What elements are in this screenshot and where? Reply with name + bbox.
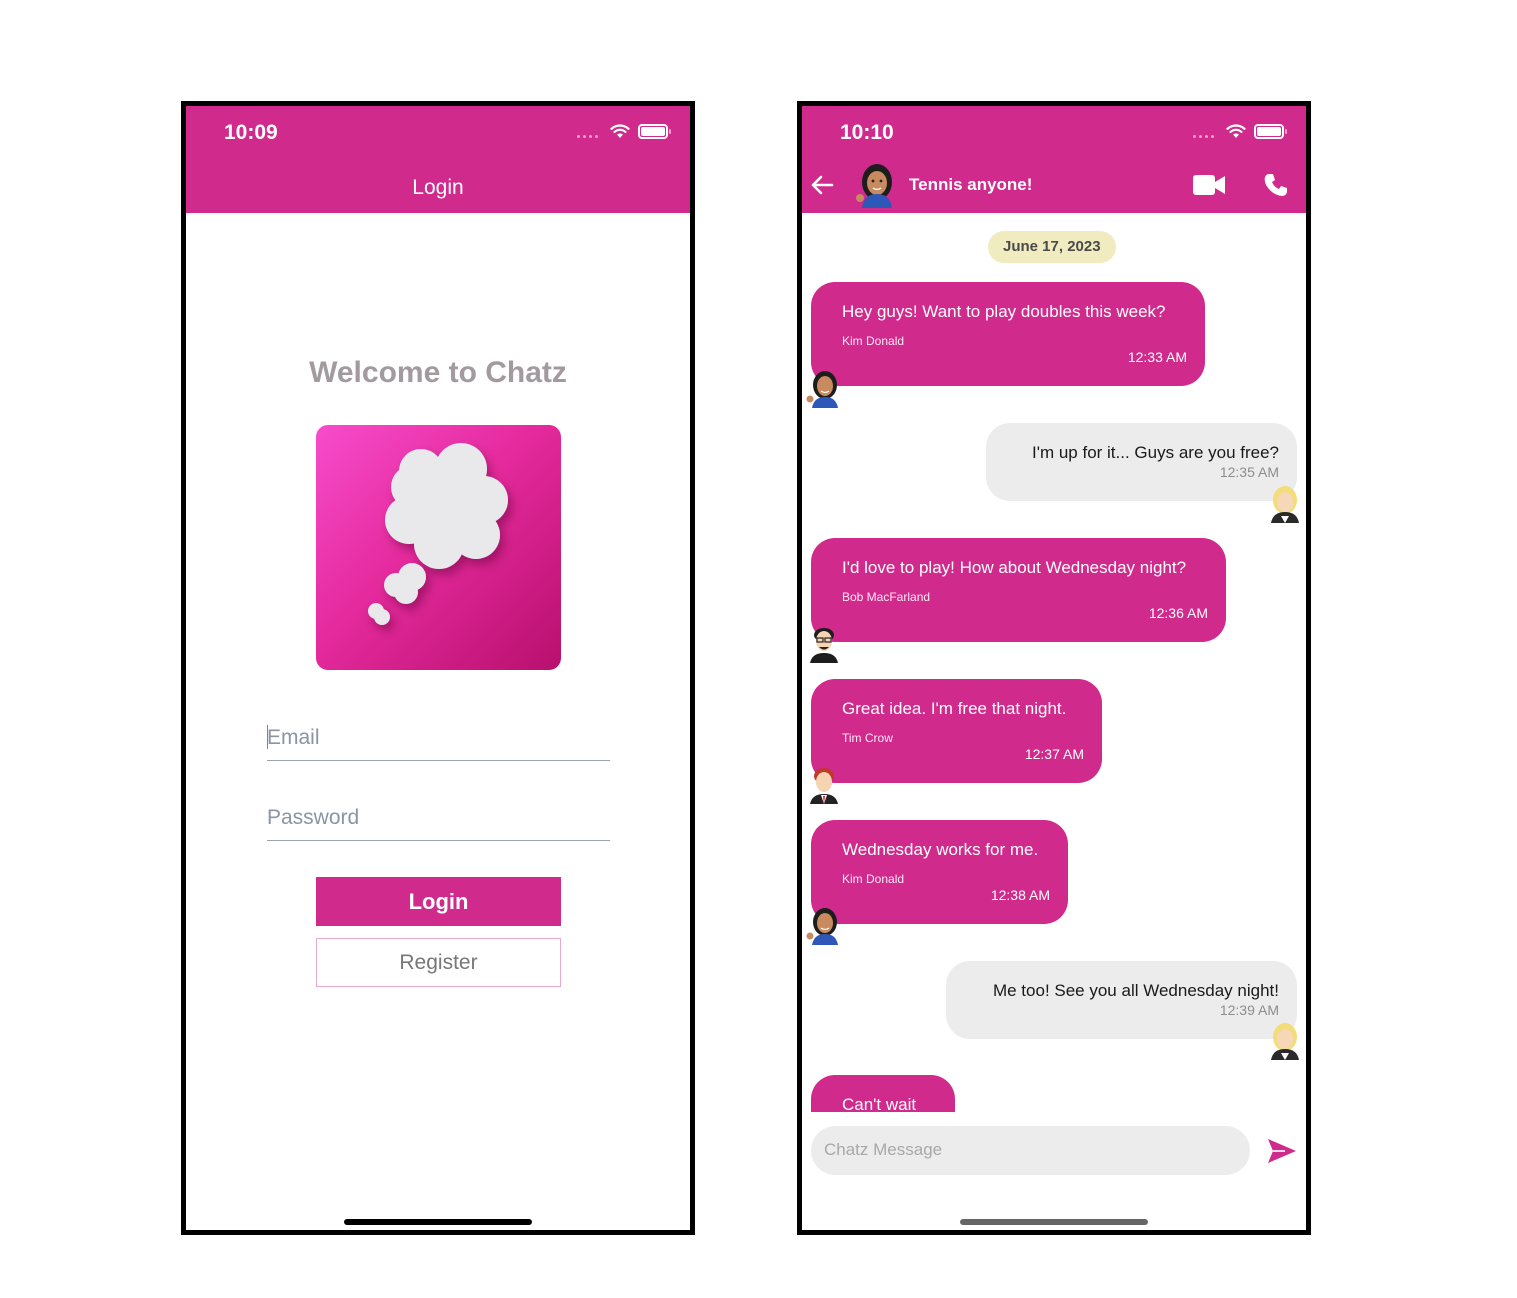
signal-icon	[577, 135, 598, 138]
status-bar: 10:10	[802, 106, 1306, 156]
message-time: 12:35 AM	[1219, 464, 1279, 480]
message-text: Wednesday works for me.	[842, 840, 1039, 859]
status-bar: 10:09	[186, 106, 690, 156]
thought-bubble-icon	[368, 443, 508, 625]
chat-screen: 10:10 Tennis anyone! June 17, 2023 Hey g…	[797, 101, 1311, 1235]
man-glasses-avatar[interactable]	[805, 625, 843, 663]
nav-bar: Login	[186, 156, 690, 213]
password-input[interactable]	[267, 806, 610, 830]
message-text: I'm up for it... Guys are you free?	[1031, 443, 1279, 462]
message-sender: Tim Crow	[842, 731, 893, 745]
app-logo	[316, 425, 561, 670]
status-time: 10:09	[224, 121, 278, 144]
message-time: 12:36 AM	[1148, 605, 1208, 621]
message-bubble[interactable]: I'm up for it... Guys are you free? 12:3…	[986, 423, 1297, 501]
message-bubble[interactable]: Can't wait	[811, 1075, 955, 1112]
man-red-hair-avatar[interactable]	[805, 766, 843, 804]
email-field[interactable]	[267, 718, 610, 761]
message-text: Hey guys! Want to play doubles this week…	[842, 302, 1166, 321]
register-button[interactable]: Register	[316, 938, 561, 987]
send-icon[interactable]	[1267, 1138, 1297, 1164]
message-sender: Kim Donald	[842, 334, 905, 348]
status-time: 10:10	[840, 121, 894, 144]
message-sender: Bob MacFarland	[842, 590, 931, 604]
message-input[interactable]	[824, 1140, 1234, 1160]
message-time: 12:38 AM	[990, 887, 1050, 903]
message-text: I'd love to play! How about Wednesday ni…	[842, 558, 1187, 577]
message-time: 12:33 AM	[1127, 349, 1187, 365]
page-title: Login	[412, 176, 464, 199]
woman-blonde-avatar[interactable]	[1266, 1022, 1304, 1060]
chat-header: Tennis anyone!	[802, 156, 1306, 213]
message-bubble[interactable]: Hey guys! Want to play doubles this week…	[811, 282, 1205, 386]
date-separator: June 17, 2023	[988, 231, 1116, 263]
message-text: Me too! See you all Wednesday night!	[992, 981, 1279, 1000]
login-button[interactable]: Login	[316, 877, 561, 926]
back-arrow-icon[interactable]	[808, 171, 836, 199]
group-avatar[interactable]	[854, 162, 898, 208]
message-bubble[interactable]: Great idea. I'm free that night. Tim Cro…	[811, 679, 1102, 783]
chat-title: Tennis anyone!	[909, 175, 1033, 194]
message-text: Can't wait	[842, 1095, 917, 1112]
message-composer[interactable]	[811, 1126, 1250, 1175]
message-sender: Kim Donald	[842, 872, 905, 886]
message-list[interactable]: June 17, 2023 Hey guys! Want to play dou…	[802, 213, 1306, 1112]
message-time: 12:39 AM	[1219, 1002, 1279, 1018]
message-bubble[interactable]: Me too! See you all Wednesday night! 12:…	[946, 961, 1297, 1039]
signal-icon	[1193, 135, 1214, 138]
message-bubble[interactable]: I'd love to play! How about Wednesday ni…	[811, 538, 1226, 642]
woman-dark-hair-avatar[interactable]	[805, 907, 843, 945]
wifi-icon	[1226, 124, 1246, 138]
battery-icon	[638, 124, 671, 139]
home-indicator[interactable]	[344, 1219, 532, 1225]
video-call-icon[interactable]	[1193, 174, 1225, 196]
home-indicator[interactable]	[960, 1219, 1148, 1225]
phone-call-icon[interactable]	[1263, 172, 1289, 198]
message-bubble[interactable]: Wednesday works for me. Kim Donald 12:38…	[811, 820, 1068, 924]
wifi-icon	[610, 124, 630, 138]
message-text: Great idea. I'm free that night.	[842, 699, 1067, 718]
password-field[interactable]	[267, 798, 610, 841]
woman-dark-hair-avatar[interactable]	[805, 370, 843, 408]
woman-blonde-avatar[interactable]	[1266, 485, 1304, 523]
email-input[interactable]	[267, 726, 610, 750]
battery-icon	[1254, 124, 1287, 139]
welcome-heading: Welcome to Chatz	[309, 356, 567, 389]
login-screen: 10:09 Login Welcome to Chatz Email Login…	[181, 101, 695, 1235]
message-time: 12:37 AM	[1024, 746, 1084, 762]
